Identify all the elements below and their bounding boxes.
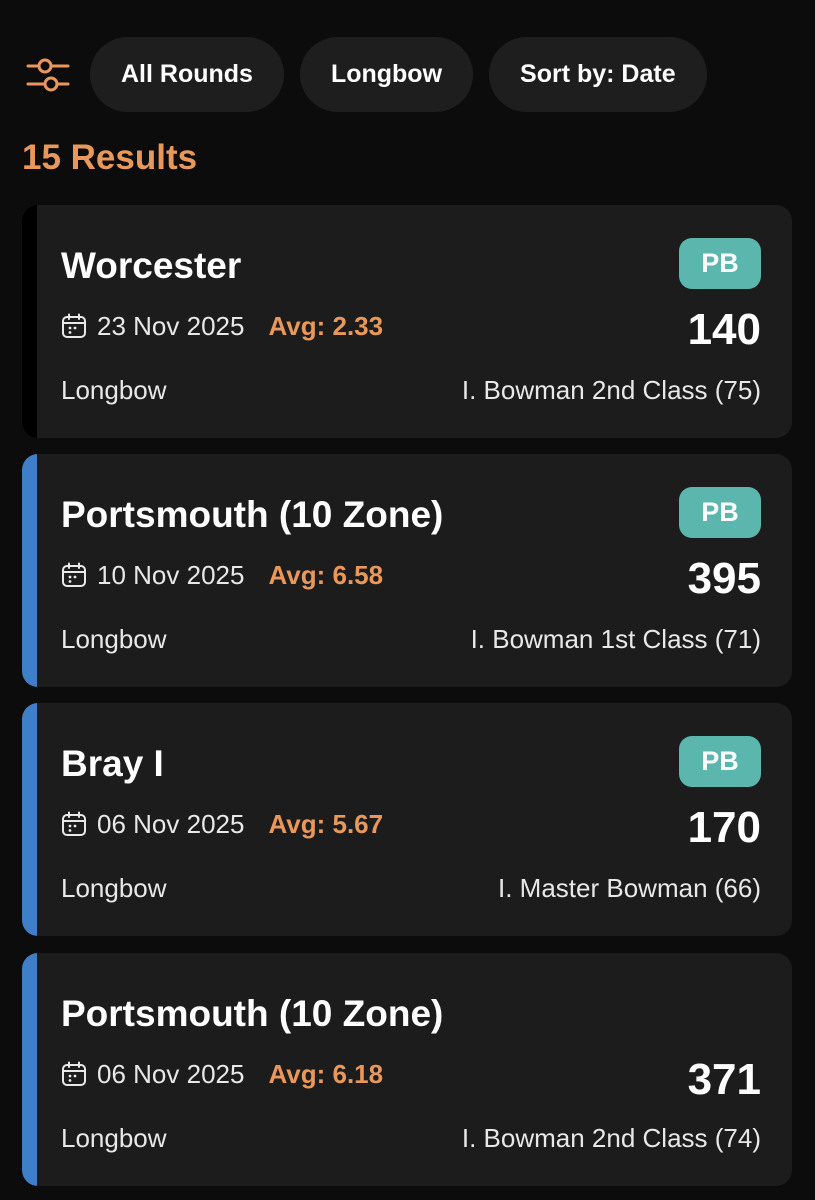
classification: I. Bowman 2nd Class (75) [461,375,761,405]
bow-type: Longbow [61,1123,167,1153]
round-date: 06 Nov 2025 [97,808,245,839]
sort-chip[interactable]: Sort by: Date [489,37,707,112]
calendar-icon [61,1061,87,1087]
round-date: 06 Nov 2025 [97,1058,245,1089]
average-score: Avg: 6.18 [268,1058,384,1089]
results-screen: All Rounds Longbow Sort by: Date 15 Resu… [0,0,815,1200]
calendar-icon [61,313,87,339]
pb-badge: PB [679,238,761,289]
round-date: 10 Nov 2025 [97,559,245,590]
card-accent-bar [22,953,37,1186]
date-row: 06 Nov 2025 Avg: 5.67 [61,805,383,843]
bow-type: Longbow [61,873,167,903]
score-card[interactable]: Bray I PB 06 Nov 2025 Avg: 5.67 170 Long… [22,703,792,936]
bow-type: Longbow [61,624,167,654]
date-row: 06 Nov 2025 Avg: 6.18 [61,1055,383,1093]
classification: I. Bowman 1st Class (71) [470,624,761,654]
sliders-icon[interactable] [22,37,74,112]
round-name: Portsmouth (10 Zone) [61,993,444,1034]
pb-badge: PB [679,487,761,538]
calendar-icon [61,811,87,837]
classification: I. Master Bowman (66) [498,873,761,903]
calendar-icon [61,562,87,588]
round-date: 23 Nov 2025 [97,310,245,341]
round-name: Portsmouth (10 Zone) [61,494,444,535]
round-name: Bray I [61,743,164,784]
bow-type: Longbow [61,375,167,405]
card-accent-bar [22,703,37,936]
round-name: Worcester [61,245,242,286]
filter-chip-bow[interactable]: Longbow [299,37,474,112]
filter-chip-rounds[interactable]: All Rounds [90,37,284,112]
total-score: 395 [687,554,761,603]
date-row: 23 Nov 2025 Avg: 2.33 [61,307,383,345]
results-count: 15 Results [22,138,198,177]
pb-badge: PB [679,736,761,787]
score-card[interactable]: Portsmouth (10 Zone) 06 Nov 2025 Avg: 6.… [22,953,792,1186]
classification: I. Bowman 2nd Class (74) [461,1123,761,1153]
filter-bar: All Rounds Longbow Sort by: Date [22,37,707,112]
average-score: Avg: 5.67 [268,808,384,839]
card-accent-bar [22,454,37,687]
score-card[interactable]: Portsmouth (10 Zone) PB 10 Nov 2025 Avg:… [22,454,792,687]
score-card[interactable]: Worcester PB 23 Nov 2025 Avg: 2.33 140 L… [22,205,792,438]
average-score: Avg: 2.33 [268,310,384,341]
card-accent-bar [22,205,37,438]
total-score: 371 [687,1055,761,1104]
date-row: 10 Nov 2025 Avg: 6.58 [61,556,383,594]
total-score: 170 [687,803,761,852]
average-score: Avg: 6.58 [268,559,384,590]
total-score: 140 [687,305,761,354]
